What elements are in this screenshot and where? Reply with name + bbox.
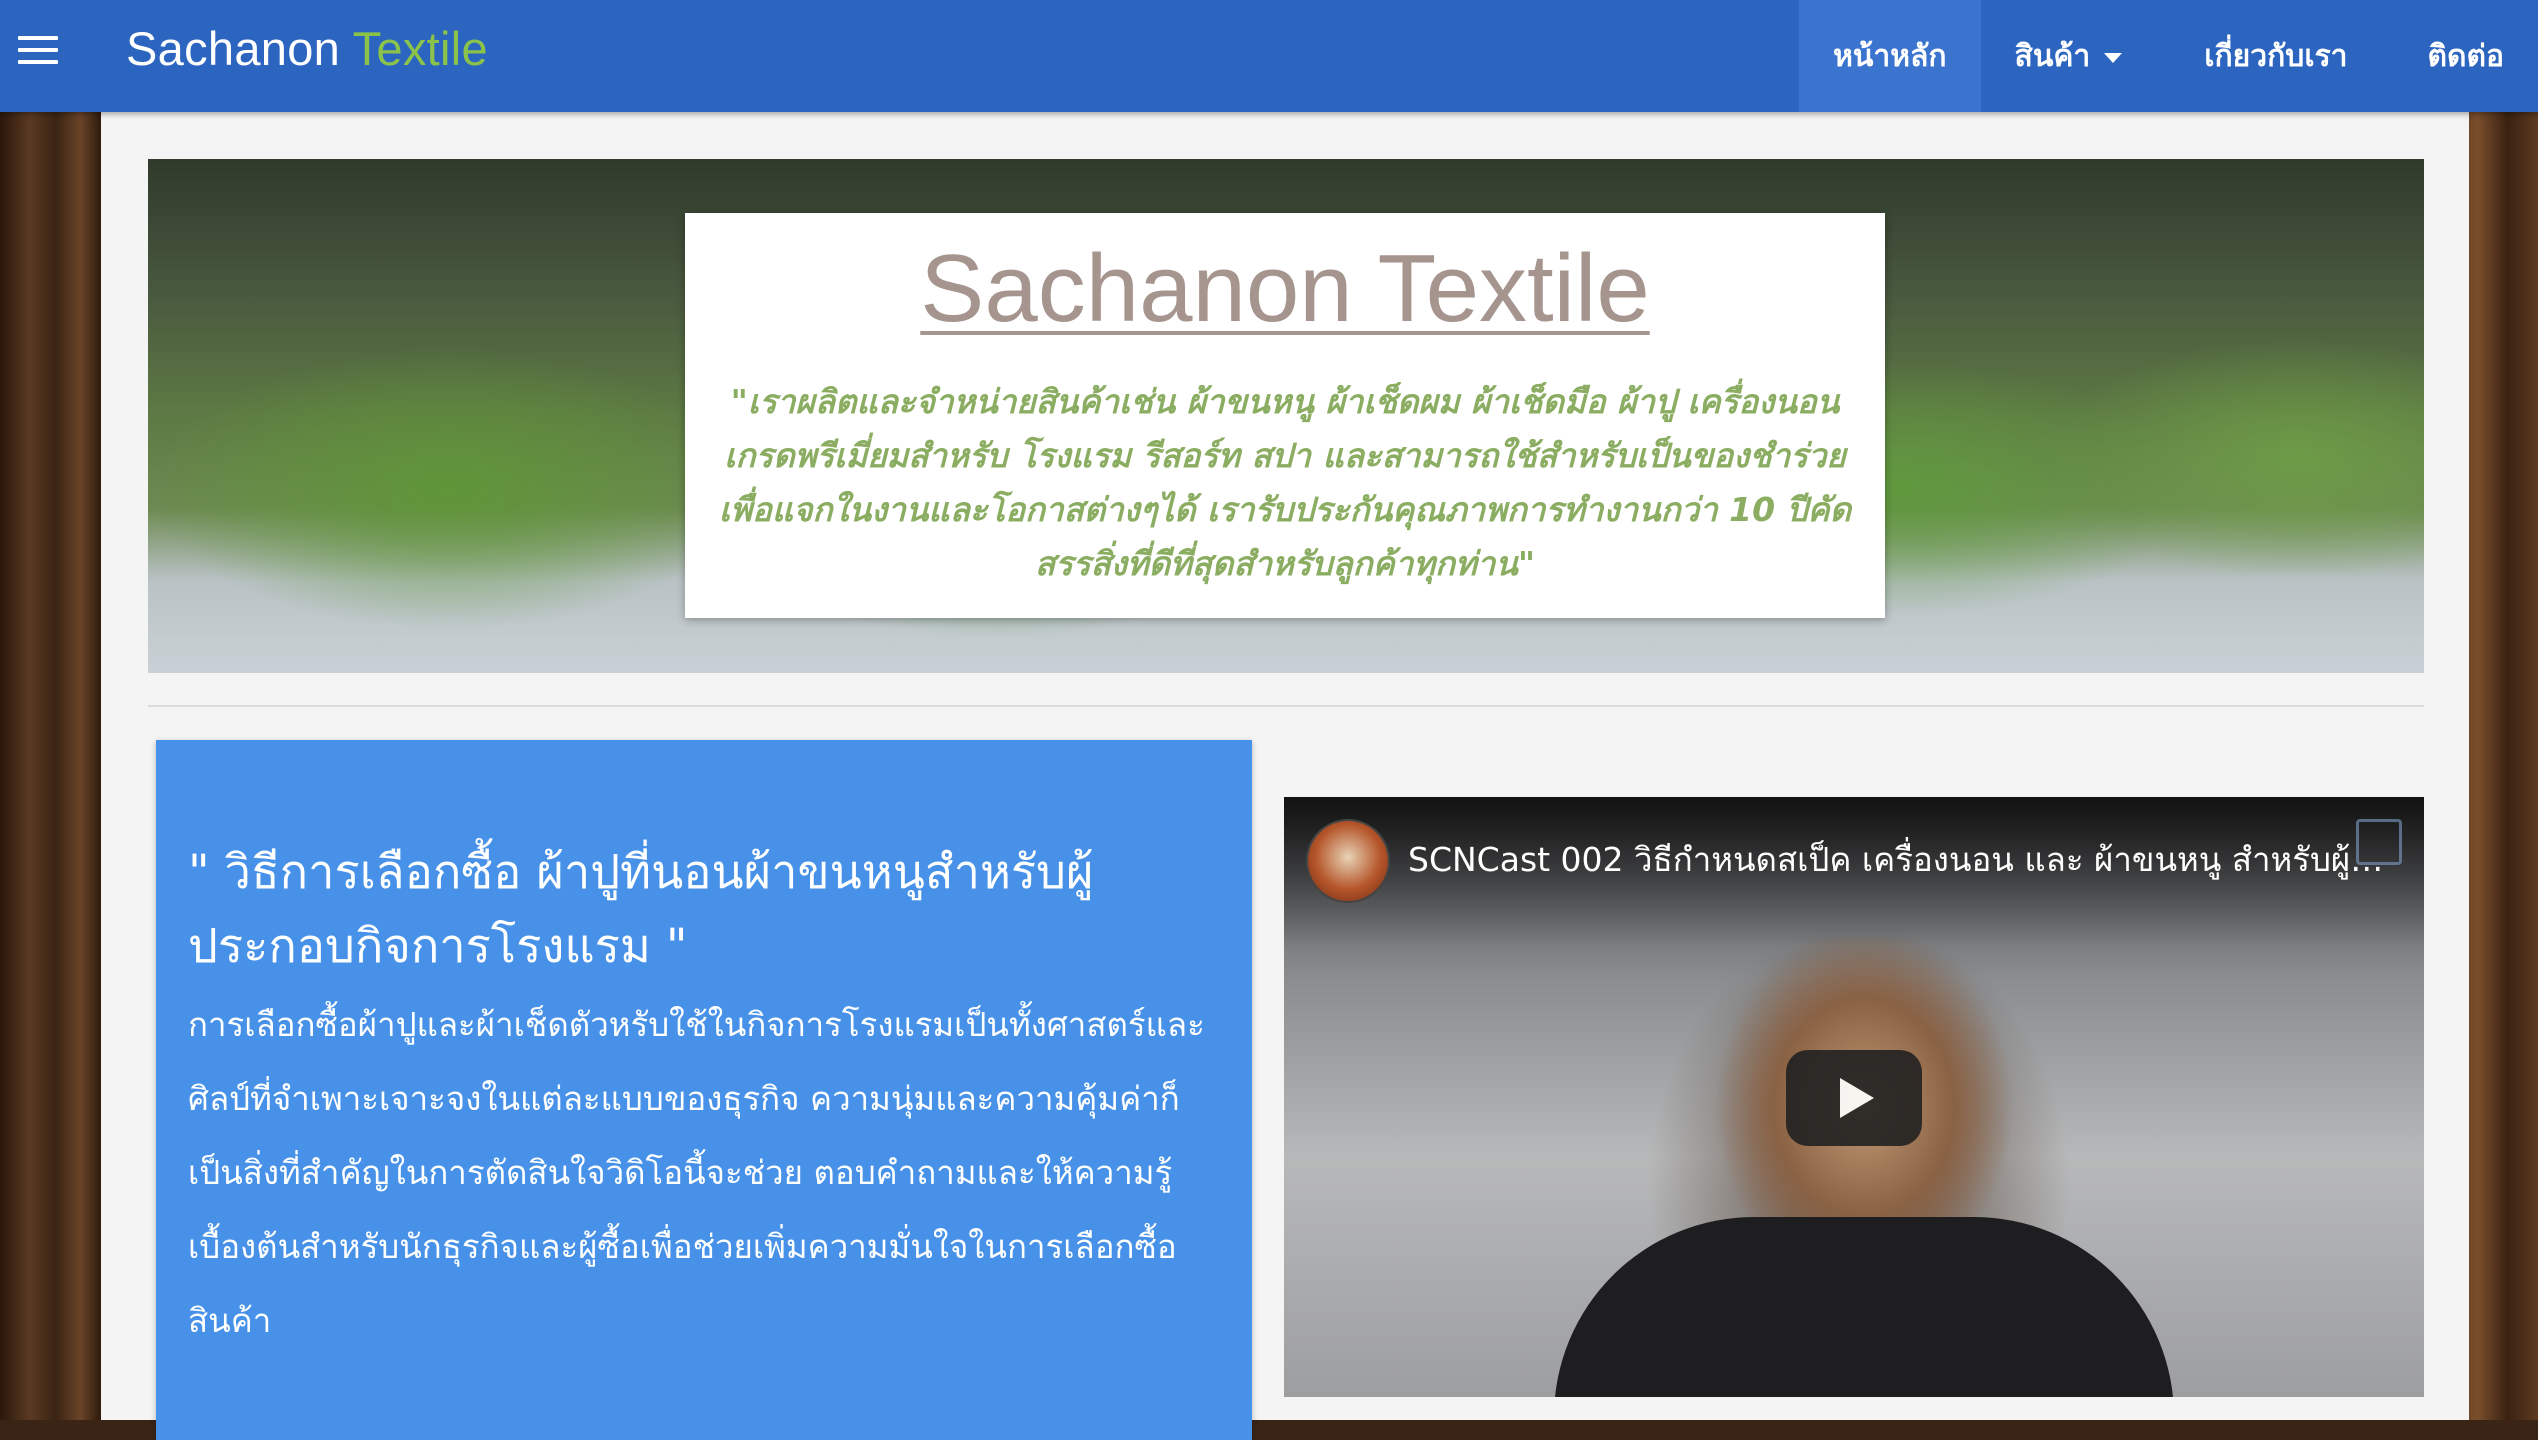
feature-card: " วิธีการเลือกซื้อ ผ้าปูที่นอนผ้าขนหนูสำ… xyxy=(156,740,1252,1440)
nav-item-label: เกี่ยวกับเรา xyxy=(2204,38,2348,74)
watch-later-icon[interactable] xyxy=(2356,819,2402,865)
menu-icon[interactable] xyxy=(18,36,58,76)
video-thumbnail-jacket xyxy=(1554,1217,2174,1397)
hero-title-link[interactable]: Sachanon Textile xyxy=(685,233,1885,345)
feature-heading: " วิธีการเลือกซื้อ ผ้าปูที่นอนผ้าขนหนูสำ… xyxy=(188,845,1094,974)
hero-banner: Sachanon Textile "เราผลิตและจำหน่ายสินค้… xyxy=(148,159,2424,673)
wood-background-left xyxy=(0,112,101,1420)
feature-body: การเลือกซื้อผ้าปูและผ้าเช็ดตัวหรับใช้ในก… xyxy=(188,1005,1205,1340)
nav-item-label: หน้าหลัก xyxy=(1833,38,1947,74)
nav-item-about[interactable]: เกี่ยวกับเรา xyxy=(2160,0,2391,112)
nav-item-contact[interactable]: ติดต่อ xyxy=(2392,0,2538,112)
section-divider xyxy=(148,705,2424,707)
top-navbar: Sachanon Textile หน้าหลัก สินค้า เกี่ยวก… xyxy=(0,0,2538,112)
channel-avatar[interactable] xyxy=(1306,819,1390,903)
play-icon[interactable] xyxy=(1786,1050,1922,1146)
caret-down-icon xyxy=(2104,53,2123,63)
brand-name: Sachanon xyxy=(126,22,341,75)
youtube-video-embed[interactable]: SCNCast 002 วิธีกำหนดสเป็ค เครื่องนอน แล… xyxy=(1284,797,2424,1397)
nav-item-products[interactable]: สินค้า xyxy=(1981,0,2161,112)
nav-menu: หน้าหลัก สินค้า เกี่ยวกับเรา ติดต่อ xyxy=(1799,0,2538,112)
brand-accent: Textile xyxy=(352,22,488,75)
video-title[interactable]: SCNCast 002 วิธีกำหนดสเป็ค เครื่องนอน แล… xyxy=(1408,837,2388,883)
hero-quote: "เราผลิตและจำหน่ายสินค้าเช่น ผ้าขนหนู ผ้… xyxy=(718,382,1852,583)
hero-card: Sachanon Textile "เราผลิตและจำหน่ายสินค้… xyxy=(685,213,1885,618)
nav-item-label: ติดต่อ xyxy=(2427,38,2504,74)
brand-logo[interactable]: Sachanon Textile xyxy=(126,20,488,78)
nav-item-home[interactable]: หน้าหลัก xyxy=(1799,0,1981,112)
nav-item-label: สินค้า xyxy=(2014,38,2091,74)
main-container: Sachanon Textile "เราผลิตและจำหน่ายสินค้… xyxy=(101,112,2469,1440)
